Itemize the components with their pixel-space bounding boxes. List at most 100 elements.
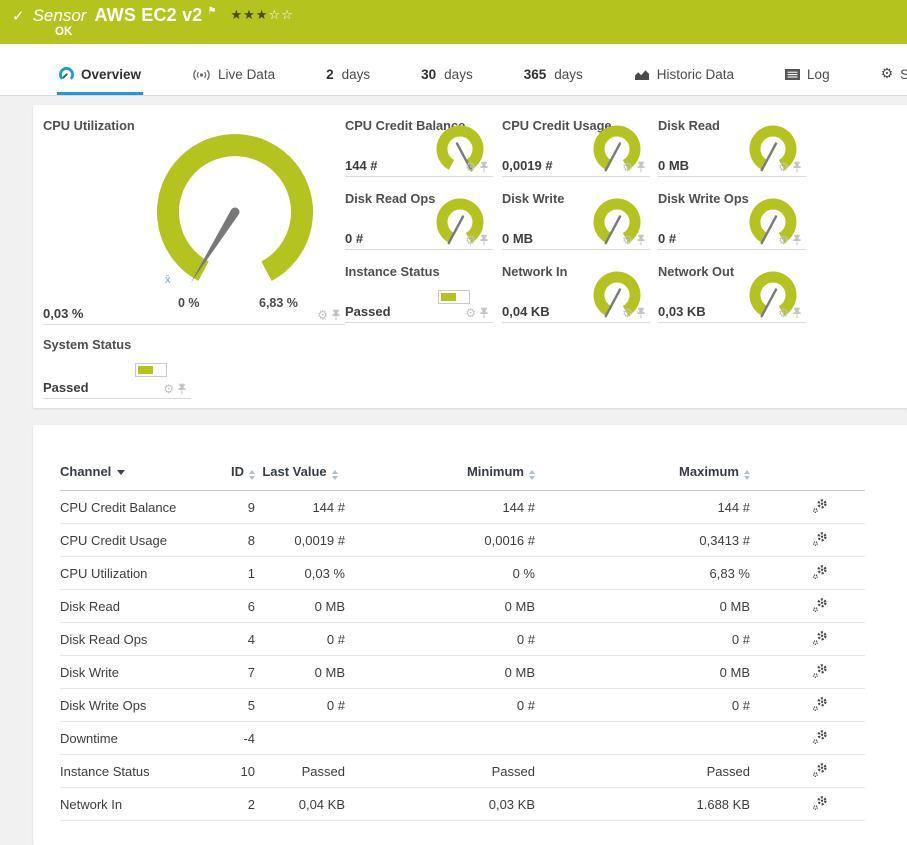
- channel-settings-icon[interactable]: [812, 597, 828, 616]
- channel-gear-icon[interactable]: ⚙: [465, 234, 476, 246]
- gauge-title: System Status: [43, 337, 132, 352]
- table-row: Disk Read Ops 4 0 # 0 # 0 #: [60, 622, 865, 656]
- channel-settings-icon[interactable]: [812, 729, 828, 748]
- maximum-cell: 0 MB: [535, 589, 750, 623]
- gauge-cell-cpu-credit-balance: CPU Credit Balance 144 # ⚙: [345, 118, 493, 177]
- stars-filled[interactable]: ★★★: [230, 8, 268, 23]
- tab-365-days-label: days: [554, 67, 583, 82]
- channel-gear-icon[interactable]: ⚙: [778, 307, 789, 319]
- pin-icon[interactable]: [479, 307, 489, 319]
- channel-name-cell[interactable]: Instance Status: [60, 754, 210, 788]
- pin-icon[interactable]: [636, 234, 646, 246]
- channel-name-cell[interactable]: CPU Utilization: [60, 556, 210, 590]
- channel-gear-icon[interactable]: ⚙: [622, 161, 633, 173]
- gauge-cell-cpu-utilization: CPU Utilization x̄ 0 % 6,83 % 0,03 % ⚙: [43, 118, 345, 325]
- column-header-maximum[interactable]: Maximum: [535, 447, 750, 491]
- status-bar-widget: [135, 363, 167, 377]
- gauge-cell-system-status: System Status Passed ⚙: [43, 337, 191, 399]
- gauge-title: Network In: [502, 264, 568, 279]
- channel-settings-icon[interactable]: [812, 531, 828, 550]
- table-row: Disk Write 7 0 MB 0 MB 0 MB: [60, 655, 865, 689]
- channel-gear-icon[interactable]: ⚙: [163, 383, 174, 395]
- channel-name-cell[interactable]: Disk Read: [60, 589, 210, 623]
- pin-icon[interactable]: [792, 234, 802, 246]
- status-check-icon: ✓: [12, 6, 25, 25]
- channel-settings-icon[interactable]: [812, 663, 828, 682]
- tab-log-label: Log: [807, 67, 830, 82]
- pin-icon[interactable]: [177, 383, 187, 395]
- minimum-cell: 0 #: [345, 688, 535, 722]
- channel-gear-icon[interactable]: ⚙: [778, 161, 789, 173]
- channel-name-cell[interactable]: Disk Write: [60, 655, 210, 689]
- channel-settings-icon[interactable]: [812, 696, 828, 715]
- tab-log[interactable]: Log: [783, 67, 832, 95]
- gauge-cell-disk-read: Disk Read 0 MB ⚙: [658, 118, 806, 177]
- channel-settings-icon[interactable]: [812, 762, 828, 781]
- priority-stars[interactable]: ★★★☆☆: [230, 8, 293, 23]
- pin-icon[interactable]: [636, 161, 646, 173]
- gauge-title: Instance Status: [345, 264, 440, 279]
- column-header-last-value[interactable]: Last Value: [255, 447, 345, 491]
- minimum-cell: 0,03 KB: [345, 787, 535, 821]
- pin-icon[interactable]: [792, 161, 802, 173]
- table-row: Downtime -4: [60, 721, 865, 755]
- pin-icon[interactable]: [331, 309, 341, 321]
- tab-365-days-num: 365: [523, 67, 547, 82]
- tab-live-data[interactable]: Live Data: [190, 67, 277, 95]
- tab-30-days[interactable]: 30 days: [419, 67, 475, 95]
- minimum-cell: [345, 721, 535, 755]
- channel-name-cell[interactable]: CPU Credit Usage: [60, 523, 210, 557]
- log-list-icon: [785, 69, 801, 80]
- channel-name-cell[interactable]: Disk Write Ops: [60, 688, 210, 722]
- stars-empty[interactable]: ☆☆: [268, 8, 293, 23]
- pin-icon[interactable]: [792, 307, 802, 319]
- gauge-scale-max: 6,83 %: [259, 296, 298, 310]
- last-value-cell: 0,0019 #: [255, 523, 345, 557]
- tab-overview[interactable]: Overview: [57, 67, 144, 95]
- table-row: Disk Read 6 0 MB 0 MB 0 MB: [60, 589, 865, 623]
- pin-icon[interactable]: [479, 161, 489, 173]
- channel-gear-icon[interactable]: ⚙: [622, 307, 633, 319]
- broadcast-icon: [193, 69, 210, 80]
- channel-gear-icon[interactable]: ⚙: [465, 307, 476, 319]
- tab-historic-data[interactable]: Historic Data: [632, 67, 736, 95]
- sort-icon: [331, 470, 338, 480]
- gauge-cell-disk-write-ops: Disk Write Ops 0 # ⚙: [658, 191, 806, 250]
- tab-365-days[interactable]: 365 days: [522, 67, 585, 95]
- tab-2-days[interactable]: 2 days: [324, 67, 372, 95]
- channel-settings-icon[interactable]: [812, 630, 828, 649]
- sort-icon: [249, 470, 255, 480]
- channel-settings-icon[interactable]: [812, 498, 828, 517]
- channel-name-cell[interactable]: Network In: [60, 787, 210, 821]
- channel-name-cell[interactable]: CPU Credit Balance: [60, 490, 210, 524]
- gauge-title: Disk Write Ops: [658, 191, 749, 206]
- gauge-needle: [190, 209, 239, 284]
- gauges-panel: CPU Utilization x̄ 0 % 6,83 % 0,03 % ⚙ S…: [33, 105, 907, 408]
- tab-historic-data-label: Historic Data: [656, 67, 735, 82]
- gauge-title: Network Out: [658, 264, 735, 279]
- channel-gear-icon[interactable]: ⚙: [465, 161, 476, 173]
- status-badge: OK: [55, 26, 73, 38]
- tab-30-days-label: days: [444, 67, 473, 82]
- pin-icon[interactable]: [479, 234, 489, 246]
- last-value-cell: Passed: [255, 754, 345, 788]
- gauge-value: 0 #: [345, 231, 364, 246]
- channel-gear-icon[interactable]: ⚙: [778, 234, 789, 246]
- tab-settings[interactable]: ⚙ Settings: [879, 66, 907, 95]
- minimum-cell: 0,0016 #: [345, 523, 535, 557]
- gauge-cell-network-out: Network Out 0,03 KB ⚙: [658, 264, 806, 323]
- channel-id-cell: 4: [210, 622, 255, 656]
- channel-name-cell[interactable]: Downtime: [60, 721, 210, 755]
- column-header-minimum[interactable]: Minimum: [345, 447, 535, 491]
- column-header-channel[interactable]: Channel: [60, 447, 210, 491]
- channel-name-cell[interactable]: Disk Read Ops: [60, 622, 210, 656]
- channel-settings-icon[interactable]: [812, 564, 828, 583]
- channel-gear-icon[interactable]: ⚙: [317, 309, 328, 321]
- pin-icon[interactable]: [636, 307, 646, 319]
- column-header-id[interactable]: ID: [210, 447, 255, 491]
- flag-icon[interactable]: ⚑: [208, 6, 217, 17]
- channel-gear-icon[interactable]: ⚙: [622, 234, 633, 246]
- channel-table: Channel ID Last Value Minimum Maximum CP…: [60, 447, 865, 821]
- gauge-cell-network-in: Network In 0,04 KB ⚙: [502, 264, 650, 323]
- channel-settings-icon[interactable]: [812, 795, 828, 814]
